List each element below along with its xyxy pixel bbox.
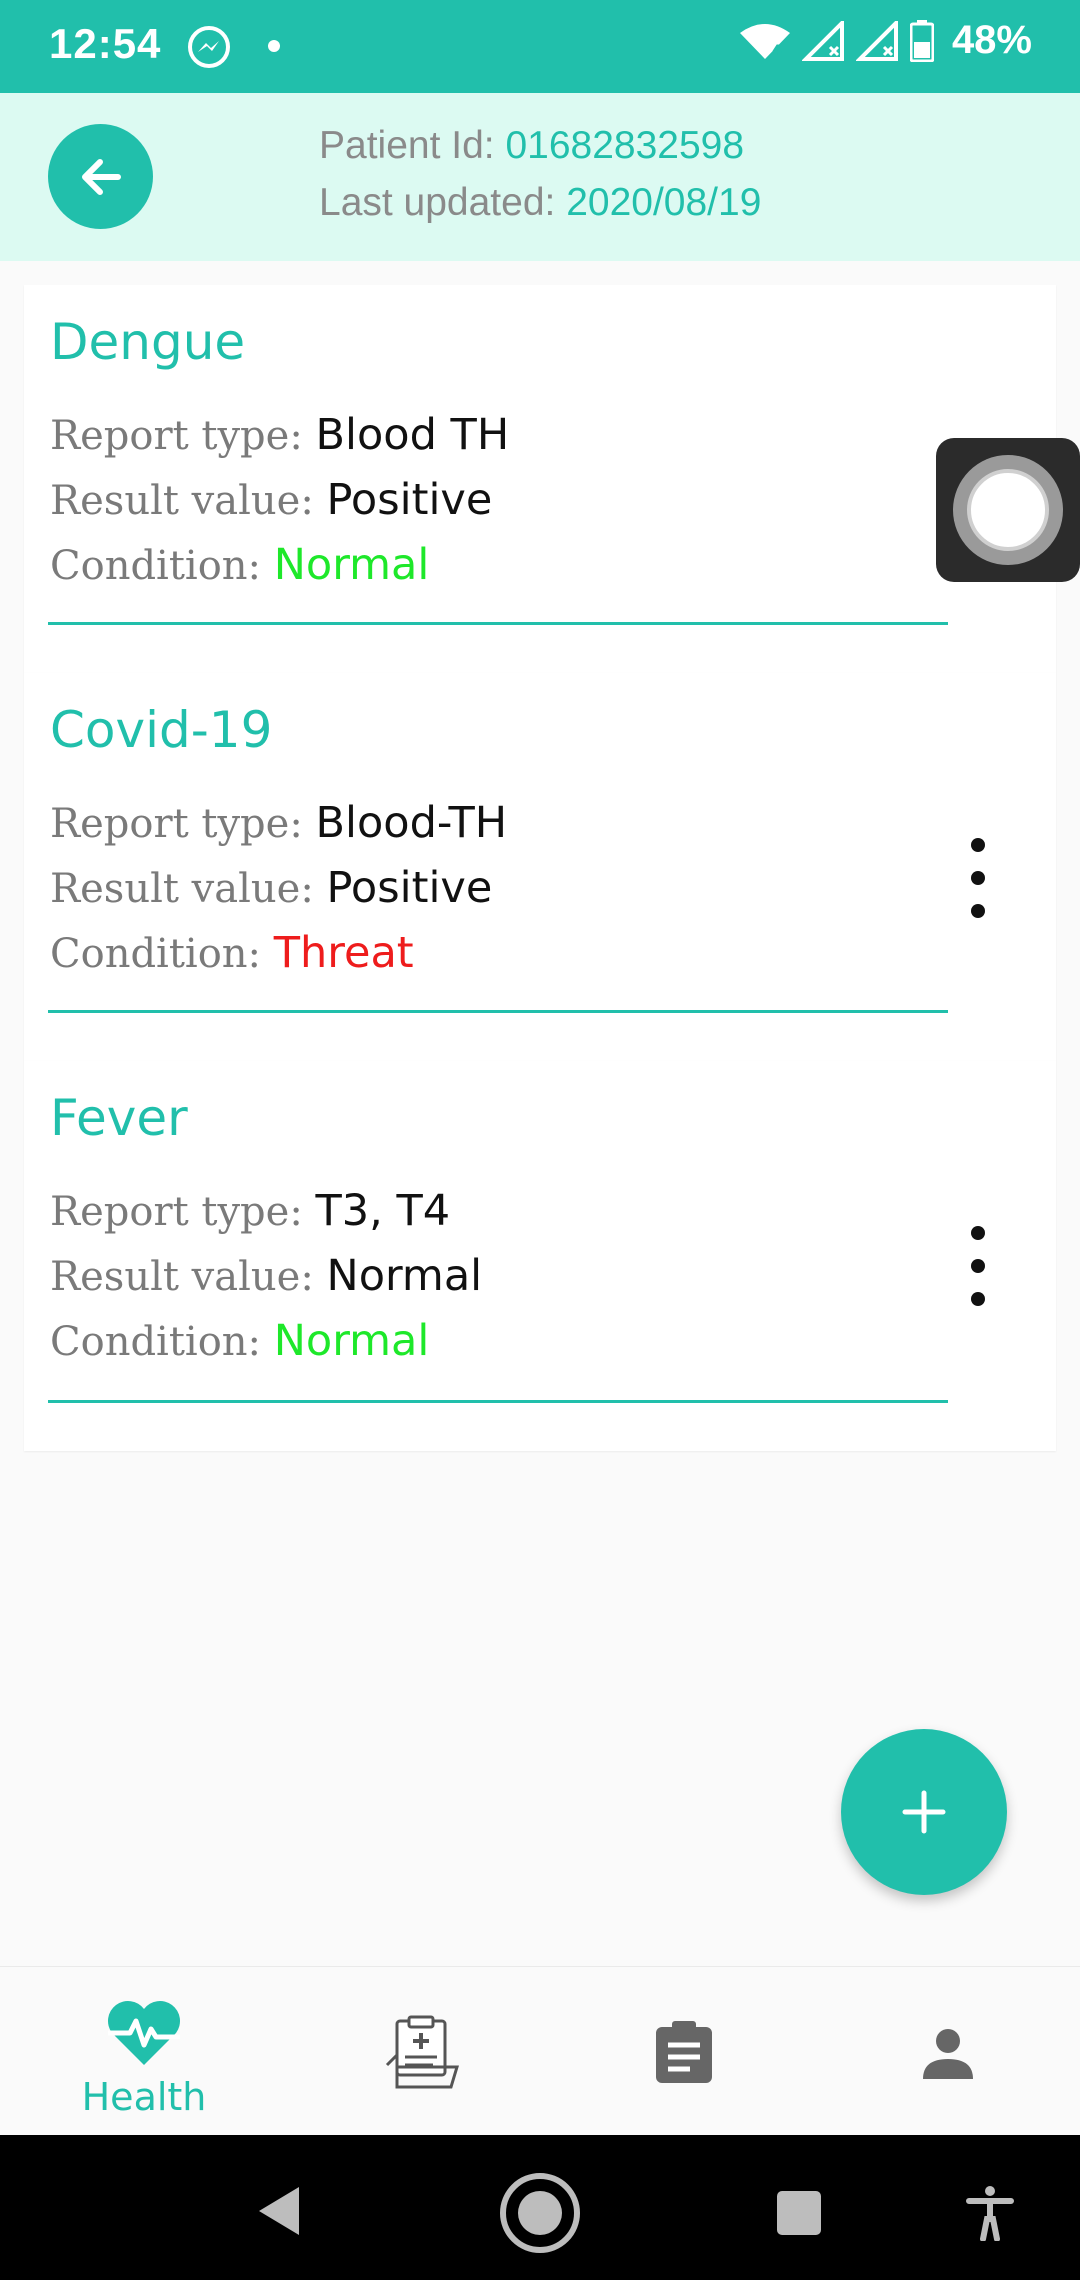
condition-value: Threat (273, 928, 414, 978)
medical-records-icon (385, 2015, 459, 2089)
condition-value: Normal (273, 540, 430, 590)
condition-label: Condition: (50, 1319, 274, 1365)
report-type-value: Blood-TH (315, 798, 508, 848)
recents-square-icon[interactable] (775, 2189, 823, 2237)
person-icon (923, 2029, 973, 2079)
notification-dot-icon (268, 40, 280, 52)
plus-icon (902, 1790, 946, 1834)
last-updated-label: Last updated: (319, 181, 567, 224)
back-triangle-icon[interactable] (255, 2185, 303, 2237)
back-button[interactable] (48, 124, 153, 229)
nav-label-health: Health (81, 2075, 207, 2119)
messenger-icon (188, 26, 230, 68)
signal-icon (855, 20, 898, 61)
result-value: Normal (326, 1251, 483, 1301)
report-type-row: Report type: T3, T4 (50, 1186, 450, 1236)
card-divider (48, 622, 948, 625)
last-updated: Last updated: 2020/08/19 (319, 181, 761, 225)
patient-header: Patient Id: 01682832598 Last updated: 20… (0, 93, 1080, 261)
report-type-label: Report type: (50, 801, 316, 847)
wifi-icon: 4 (739, 23, 790, 59)
status-time: 12:54 (49, 20, 162, 67)
report-type-value: Blood TH (315, 410, 510, 460)
patient-id-value: 01682832598 (505, 124, 745, 167)
report-card-fever[interactable]: Fever Report type: T3, T4 Result value: … (24, 1061, 1056, 1451)
battery-percent: 48% (951, 18, 1032, 62)
report-card-dengue[interactable]: Dengue Report type: Blood TH Result valu… (24, 285, 1056, 673)
report-type-label: Report type: (50, 413, 316, 459)
svg-text:4: 4 (772, 43, 782, 59)
condition-row: Condition: Normal (50, 1316, 429, 1366)
report-card-covid-19[interactable]: Covid-19 Report type: Blood-TH Result va… (24, 673, 1056, 1061)
report-title: Covid-19 (50, 701, 273, 759)
heart-pulse-icon (108, 2001, 180, 2065)
condition-value: Normal (273, 1316, 430, 1366)
result-value-row: Result value: Positive (50, 863, 492, 913)
nav-item-reports[interactable] (584, 1967, 784, 2136)
more-options-icon[interactable] (958, 1226, 998, 1306)
more-options-icon[interactable] (958, 838, 998, 918)
card-divider (48, 1400, 948, 1403)
condition-row: Condition: Threat (50, 928, 414, 978)
report-type-row: Report type: Blood TH (50, 410, 509, 460)
result-value-row: Result value: Positive (50, 475, 492, 525)
report-title: Dengue (50, 313, 246, 371)
arrow-left-icon (81, 158, 121, 195)
assistive-touch-button[interactable] (936, 438, 1080, 582)
battery-icon (909, 19, 934, 62)
report-type-row: Report type: Blood-TH (50, 798, 507, 848)
result-value-label: Result value: (50, 866, 327, 912)
condition-label: Condition: (50, 543, 274, 589)
result-value: Positive (326, 475, 493, 525)
add-report-button[interactable] (841, 1729, 1007, 1895)
result-value-row: Result value: Normal (50, 1251, 482, 1301)
signal-icon (801, 20, 844, 61)
status-icons: 4 48% (738, 18, 1032, 63)
last-updated-value: 2020/08/19 (566, 181, 762, 224)
report-type-label: Report type: (50, 1189, 316, 1235)
nav-item-profile[interactable] (848, 1967, 1048, 2136)
condition-row: Condition: Normal (50, 540, 429, 590)
assistive-ring-icon (953, 455, 1063, 565)
result-value: Positive (326, 863, 493, 913)
result-value-label: Result value: (50, 1254, 327, 1300)
home-circle-icon[interactable] (498, 2171, 582, 2255)
clipboard-icon (656, 2021, 712, 2083)
condition-label: Condition: (50, 931, 274, 977)
system-navigation-bar (0, 2135, 1080, 2280)
result-value-label: Result value: (50, 478, 327, 524)
report-title: Fever (50, 1089, 188, 1147)
accessibility-icon[interactable] (966, 2185, 1014, 2241)
bottom-navigation: Health (0, 1966, 1080, 2135)
report-type-value: T3, T4 (315, 1186, 451, 1236)
nav-item-medical-records[interactable] (321, 1967, 521, 2136)
patient-id: Patient Id: 01682832598 (319, 124, 744, 168)
status-bar: 12:54 4 48% (0, 0, 1080, 93)
patient-id-label: Patient Id: (319, 124, 506, 167)
card-divider (48, 1010, 948, 1013)
nav-item-health[interactable]: Health (44, 1967, 244, 2136)
